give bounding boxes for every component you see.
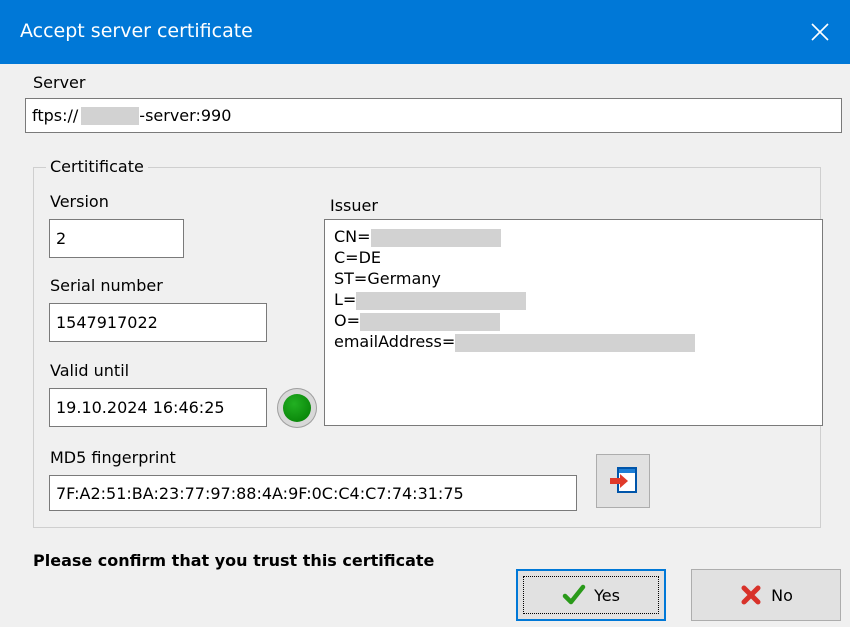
md5-fingerprint-label: MD5 fingerprint [50, 448, 176, 467]
issuer-st: ST=Germany [334, 269, 441, 288]
focus-rect [523, 576, 659, 614]
serial-number-field[interactable]: 1547917022 [49, 303, 267, 342]
issuer-line: O= [334, 310, 813, 331]
issuer-line: L= [334, 289, 813, 310]
valid-until-field[interactable]: 19.10.2024 16:46:25 [49, 388, 267, 427]
redacted-block [360, 312, 500, 331]
yes-button-label: Yes [594, 585, 620, 605]
issuer-label: Issuer [330, 196, 378, 215]
close-button[interactable] [790, 0, 850, 64]
no-button-label: No [771, 585, 793, 605]
issuer-line: ST=Germany [334, 268, 813, 289]
close-icon [811, 23, 829, 41]
checkmark-icon [562, 584, 586, 605]
issuer-l: L= [334, 290, 357, 309]
issuer-email: emailAddress= [334, 332, 456, 351]
issuer-line: C=DE [334, 247, 813, 268]
red-x-icon [741, 585, 761, 605]
server-prefix: ftps:// [32, 106, 79, 125]
yes-button[interactable]: Yes [516, 569, 666, 621]
server-suffix: -server:990 [139, 106, 232, 125]
copy-to-clipboard-icon [610, 467, 637, 493]
no-button[interactable]: No [691, 569, 841, 621]
redacted-block [81, 106, 140, 125]
issuer-line: CN= [334, 226, 813, 247]
certificate-group-label: Certitificate [46, 157, 148, 176]
status-dot [283, 394, 311, 422]
serial-number-label: Serial number [50, 276, 163, 295]
redacted-block [455, 333, 696, 352]
server-label: Server [33, 73, 86, 92]
valid-until-label: Valid until [50, 361, 130, 380]
copy-fingerprint-button[interactable] [596, 454, 650, 508]
issuer-line: emailAddress= [334, 331, 813, 352]
md5-fingerprint-field[interactable]: 7F:A2:51:BA:23:77:97:88:4A:9F:0C:C4:C7:7… [49, 475, 577, 511]
redacted-block [370, 228, 501, 247]
confirm-message: Please confirm that you trust this certi… [33, 551, 435, 570]
title-bar: Accept server certificate [0, 0, 850, 64]
issuer-c: C=DE [334, 248, 382, 267]
window-title: Accept server certificate [20, 20, 253, 42]
server-field[interactable]: ftps:// -server:990 [25, 98, 842, 133]
issuer-box[interactable]: CN= C=DE ST=Germany L= O= emailAddress= [324, 219, 823, 426]
issuer-o: O= [334, 311, 360, 330]
issuer-cn: CN= [334, 227, 371, 246]
validity-status-indicator [277, 388, 317, 428]
version-field[interactable]: 2 [49, 219, 184, 258]
redacted-block [356, 291, 527, 310]
version-label: Version [50, 192, 109, 211]
